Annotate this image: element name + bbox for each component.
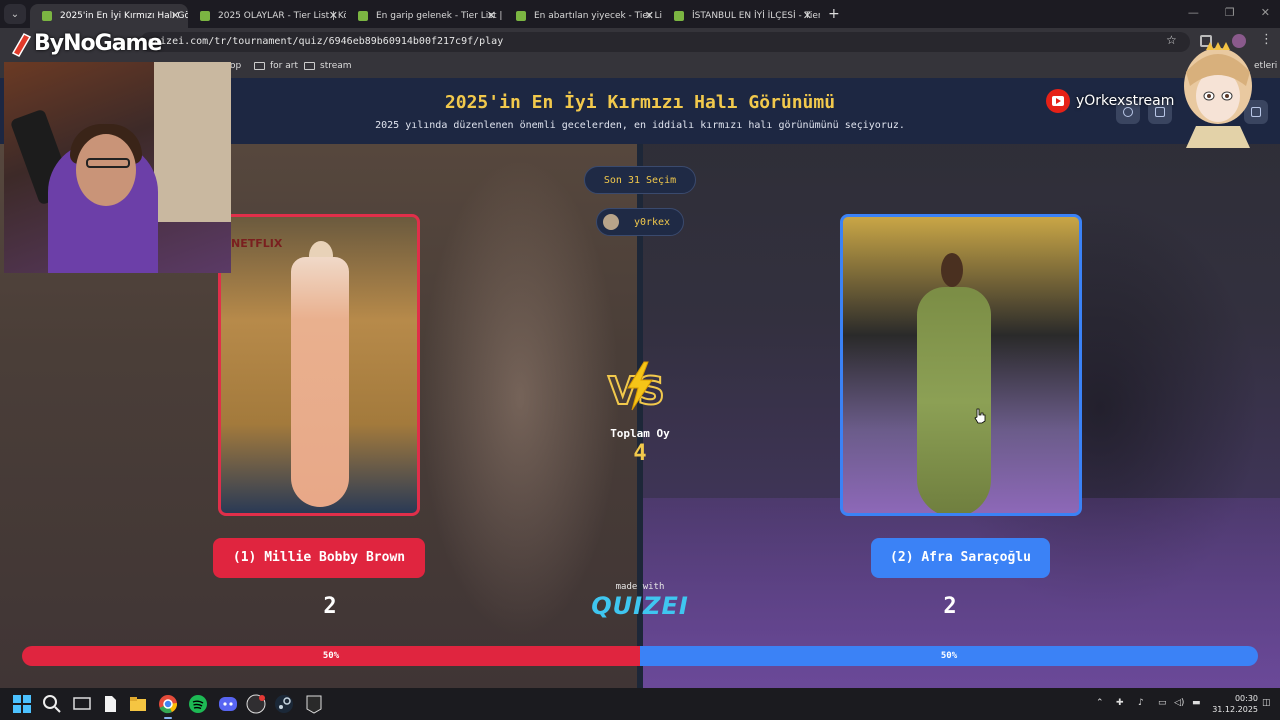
close-tab-icon[interactable]: ✕	[803, 9, 812, 22]
folder-icon	[304, 62, 315, 70]
photo-backdrop-text: NETFLIX	[231, 237, 283, 250]
green-gown	[917, 287, 991, 513]
tab-title: En garip gelenek - Tier List | Kö	[376, 11, 504, 21]
anime-character-overlay	[1184, 42, 1252, 148]
tab-title: 2025'in En İyi Kırmızı Halı Görün	[60, 11, 188, 21]
versus-lightning-icon: VS	[607, 361, 666, 412]
wall-posters	[154, 62, 231, 222]
bookmark-folder[interactable]: for art	[254, 61, 298, 71]
file-explorer-icon[interactable]	[128, 694, 148, 714]
tierlist-favicon-icon	[358, 11, 368, 21]
quizei-logo[interactable]: QUIZEI	[580, 592, 700, 620]
tray-app-icon[interactable]: ✚	[1116, 698, 1124, 708]
pink-gown	[291, 257, 349, 507]
background-figure	[420, 158, 620, 638]
tab-search-chevron-icon[interactable]: ⌄	[4, 4, 26, 24]
spotify-icon[interactable]	[188, 694, 208, 714]
search-icon[interactable]	[42, 694, 62, 714]
choose-right-button[interactable]: (2) Afra Saraçoğlu	[871, 538, 1050, 578]
folder-icon	[254, 62, 265, 70]
sponsor-logo: ByNoGame	[34, 31, 162, 56]
restore-icon[interactable]: ❐	[1225, 6, 1235, 19]
tierlist-favicon-icon	[674, 11, 684, 21]
close-tab-icon[interactable]: ✕	[171, 9, 180, 22]
tray-chevron-icon[interactable]: ⌃	[1096, 698, 1104, 708]
windows-start-icon[interactable]	[12, 694, 32, 714]
total-votes-label: Toplam Oy	[610, 427, 670, 440]
close-window-icon[interactable]: ✕	[1261, 6, 1270, 19]
webcam-overlay	[4, 62, 231, 273]
close-tab-icon[interactable]: ✕	[329, 9, 338, 22]
tierlist-favicon-icon	[516, 11, 526, 21]
system-clock[interactable]: 00:30 31.12.2025	[1206, 693, 1258, 715]
vote-progress-bar: 50% 50%	[22, 646, 1258, 666]
clock-time: 00:30	[1234, 694, 1258, 703]
left-score: 2	[323, 594, 337, 619]
youtube-channel: yOrkexstream	[1076, 93, 1175, 109]
bookmark-item[interactable]: op	[230, 61, 241, 71]
steam-icon[interactable]	[274, 694, 294, 714]
chrome-icon[interactable]	[158, 694, 178, 714]
obs-icon[interactable]	[246, 694, 266, 714]
file-icon[interactable]	[100, 694, 120, 714]
browser-menu-icon[interactable]: ⋮	[1260, 32, 1273, 47]
total-votes-value: 4	[633, 441, 647, 466]
person-head	[941, 253, 963, 287]
clock-date: 31.12.2025	[1212, 705, 1258, 714]
window-controls: — ❐ ✕	[1188, 6, 1270, 19]
choose-left-button[interactable]: (1) Millie Bobby Brown	[213, 538, 425, 578]
bookmark-folder[interactable]: stream	[304, 61, 352, 71]
browser-tab[interactable]: En abartılan yiyecek - Tier List | ✕	[504, 4, 662, 28]
left-choice-image[interactable]: NETFLIX	[218, 214, 420, 516]
windows-taskbar: ⌃ ✚ ♪ ▭ ◁) ▬ 00:30 31.12.2025 ◫	[0, 688, 1280, 720]
youtube-handle: yOrkexstream	[1046, 88, 1174, 114]
youtube-icon	[1046, 89, 1070, 113]
right-score: 2	[943, 594, 957, 619]
notifications-icon[interactable]: ◫	[1262, 698, 1271, 708]
browser-tab[interactable]: İSTANBUL EN İYİ İLÇESİ - Tier Li ✕	[662, 4, 820, 28]
made-with-label: made with	[615, 582, 665, 592]
task-view-icon[interactable]	[72, 694, 92, 714]
url-bar[interactable]: quizei.com/tr/tournament/quiz/6946eb89b6…	[140, 32, 1190, 52]
user-badge: y0rkex	[596, 208, 684, 236]
bookmark-label: op	[230, 61, 242, 71]
tab-title: 2025 OLAYLAR - Tier List | Kör	[218, 11, 346, 21]
left-progress-fill: 50%	[22, 646, 640, 666]
hand-cursor-icon	[974, 408, 986, 424]
battery-icon[interactable]: ▬	[1192, 698, 1201, 708]
round-badge: Son 31 Seçim	[584, 166, 696, 194]
new-tab-icon[interactable]: +	[828, 6, 840, 22]
streamer-face	[76, 134, 136, 206]
bookmark-label: stream	[320, 61, 352, 71]
epic-games-icon[interactable]	[304, 694, 324, 714]
quizei-favicon-icon	[42, 11, 52, 21]
discord-icon[interactable]	[218, 694, 238, 714]
tierlist-favicon-icon	[200, 11, 210, 21]
close-tab-icon[interactable]: ✕	[645, 9, 654, 22]
browser-toolbar: quizei.com/tr/tournament/quiz/6946eb89b6…	[0, 28, 1280, 56]
browser-tab[interactable]: 2025'in En İyi Kırmızı Halı Görün ✕	[30, 4, 188, 28]
tab-title: En abartılan yiyecek - Tier List |	[534, 11, 662, 21]
right-progress-fill: 50%	[640, 646, 1258, 666]
minimize-icon[interactable]: —	[1188, 6, 1199, 19]
microphone-icon[interactable]: ♪	[1138, 698, 1144, 708]
display-icon[interactable]: ▭	[1158, 698, 1167, 708]
bynogame-logo-icon	[11, 33, 32, 57]
active-app-indicator	[164, 717, 172, 719]
browser-tab-bar: ⌄ 2025'in En İyi Kırmızı Halı Görün ✕ 20…	[0, 0, 1280, 28]
browser-tab[interactable]: 2025 OLAYLAR - Tier List | Kör ✕	[188, 4, 346, 28]
bookmark-label: for art	[270, 61, 298, 71]
close-tab-icon[interactable]: ✕	[487, 9, 496, 22]
avatar	[603, 214, 619, 230]
browser-tab[interactable]: En garip gelenek - Tier List | Kö ✕	[346, 4, 504, 28]
glasses	[86, 158, 130, 168]
username: y0rkex	[633, 217, 671, 228]
volume-icon[interactable]: ◁)	[1174, 698, 1184, 708]
right-choice-image[interactable]	[840, 214, 1082, 516]
tab-title: İSTANBUL EN İYİ İLÇESİ - Tier Li	[692, 11, 820, 21]
